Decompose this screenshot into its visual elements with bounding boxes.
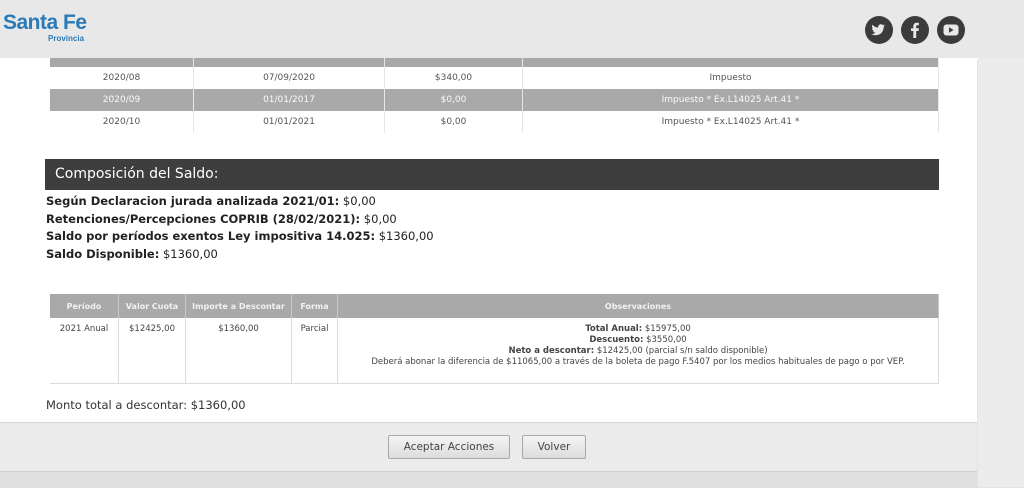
saldo-value: $0,00 xyxy=(360,211,397,226)
cell-importe: $340,00 xyxy=(384,67,523,89)
obs-total-value: $15975,00 xyxy=(642,324,691,334)
aceptar-acciones-button[interactable]: Aceptar Acciones xyxy=(388,435,510,459)
col-forma: Forma xyxy=(291,294,338,318)
saldo-value: $1360,00 xyxy=(375,229,434,243)
saldo-line: Retenciones/Percepciones COPRIB (28/02/2… xyxy=(46,211,434,229)
cell-periodo: 2020/10 xyxy=(50,111,194,133)
cell-concepto: Impuesto * Ex.L14025 Art.41 * xyxy=(522,111,939,133)
saldo-summary: Según Declaracion jurada analizada 2021/… xyxy=(46,193,434,263)
cell-valor-cuota: $12425,00 xyxy=(118,318,186,384)
table-header-row: Período Valor Cuota Importe a Descontar … xyxy=(50,294,939,318)
cell-periodo: 2020/09 xyxy=(50,89,194,111)
cell-concepto: Impuesto xyxy=(522,67,939,89)
monto-total: Monto total a descontar: $1360,00 xyxy=(46,398,246,412)
cell-fecha: 07/09/2020 xyxy=(193,67,385,89)
saldo-line: Saldo por períodos exentos Ley impositiv… xyxy=(46,228,434,246)
cell-importe: $1360,00 xyxy=(185,318,292,384)
cell-forma: Parcial xyxy=(291,318,338,384)
saldo-value: $1360,00 xyxy=(159,246,218,261)
cell-fecha: 01/01/2021 xyxy=(193,111,385,133)
facebook-icon[interactable] xyxy=(901,16,929,44)
volver-button[interactable]: Volver xyxy=(522,435,586,459)
obs-descuento-value: $3550,00 xyxy=(643,335,687,345)
composicion-title: Composición del Saldo: xyxy=(45,159,939,190)
cell-periodo: 2020/08 xyxy=(50,67,194,89)
cell-concepto: Impuesto * Ex.L14025 Art.41 * xyxy=(522,89,939,111)
col-importe: Importe a Descontar xyxy=(185,294,292,318)
table-row: 2020/08 07/09/2020 $340,00 Impuesto xyxy=(50,67,939,89)
obs-note: Deberá abonar la diferencia de $11065,00… xyxy=(371,357,905,367)
twitter-icon[interactable] xyxy=(865,16,893,44)
obs-total-label: Total Anual: xyxy=(585,324,643,334)
saldo-line: Saldo Disponible: $1360,00 xyxy=(46,246,434,264)
youtube-icon[interactable] xyxy=(937,16,965,44)
table-header-cap xyxy=(50,58,939,67)
saldo-label: Saldo Disponible: xyxy=(46,246,160,261)
obs-descuento-label: Descuento: xyxy=(589,335,644,345)
table-row: 2020/09 01/01/2017 $0,00 Impuesto * Ex.L… xyxy=(50,89,939,111)
saldo-label: Saldo por períodos exentos Ley impositiv… xyxy=(46,229,376,243)
obs-neto-value: $12425,00 (parcial s/n saldo disponible) xyxy=(594,346,768,356)
col-periodo: Período xyxy=(50,294,119,318)
saldo-value: $0,00 xyxy=(339,194,376,208)
col-valor-cuota: Valor Cuota xyxy=(118,294,186,318)
table-row: 2020/10 01/01/2021 $0,00 Impuesto * Ex.L… xyxy=(50,111,939,133)
cell-importe: $0,00 xyxy=(384,89,523,111)
obs-neto-label: Neto a descontar: xyxy=(508,346,595,356)
periods-table: 2020/08 07/09/2020 $340,00 Impuesto 2020… xyxy=(50,58,939,133)
col-observaciones: Observaciones xyxy=(337,294,939,318)
table-row: 2021 Anual $12425,00 $1360,00 Parcial To… xyxy=(50,318,939,384)
cell-importe: $0,00 xyxy=(384,111,523,133)
descuento-table: Período Valor Cuota Importe a Descontar … xyxy=(50,294,939,384)
site-header: Santa Fe Provincia xyxy=(0,0,1024,60)
cell-periodo: 2021 Anual xyxy=(50,318,119,384)
cell-observaciones: Total Anual: $15975,00 Descuento: $3550,… xyxy=(337,318,939,384)
logo-subtitle: Provincia xyxy=(48,34,85,43)
page-scroll-gutter xyxy=(978,58,1024,487)
logo-title: Santa Fe xyxy=(3,11,87,34)
saldo-label: Retenciones/Percepciones COPRIB (28/02/2… xyxy=(46,211,361,226)
santa-fe-logo[interactable]: Santa Fe Provincia xyxy=(3,11,87,43)
saldo-line: Según Declaracion jurada analizada 2021/… xyxy=(46,193,434,211)
bottom-strip xyxy=(0,471,977,488)
saldo-label: Según Declaracion jurada analizada 2021/… xyxy=(46,194,340,208)
cell-fecha: 01/01/2017 xyxy=(193,89,385,111)
